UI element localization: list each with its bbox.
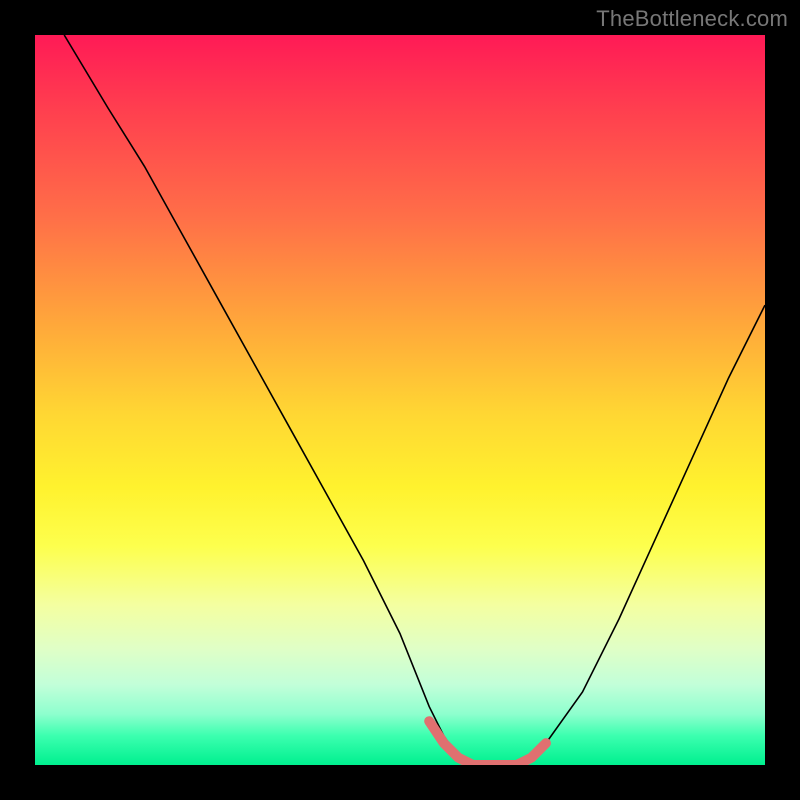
plot-area [35, 35, 765, 765]
chart-frame: TheBottleneck.com [0, 0, 800, 800]
watermark-text: TheBottleneck.com [596, 6, 788, 32]
